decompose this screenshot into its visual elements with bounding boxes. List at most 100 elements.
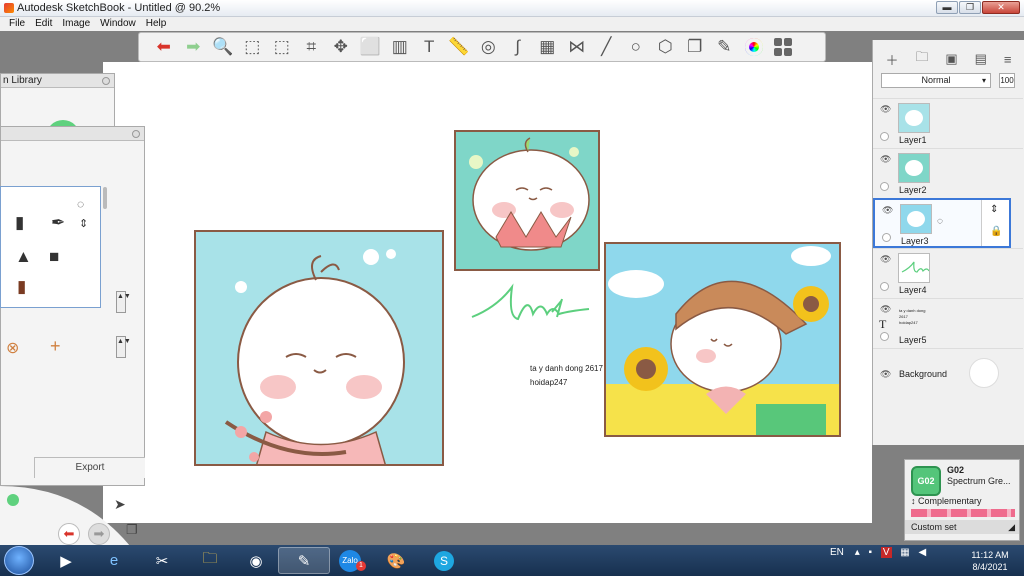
text-icon[interactable]: T <box>415 34 445 60</box>
layer-opacity[interactable]: 100 <box>999 73 1015 88</box>
layer-row-selected[interactable]: 👁 Layer3 ◌ ⇕ 🔒 <box>873 198 1011 248</box>
french-curve-icon[interactable]: ∫ <box>503 34 533 60</box>
marker-icon[interactable]: ▮ <box>15 213 24 233</box>
menu-edit[interactable]: Edit <box>30 17 57 31</box>
start-button[interactable] <box>4 546 34 575</box>
brush-panel-header <box>1 127 144 141</box>
tray-v-icon[interactable]: V <box>880 547 892 558</box>
skype-icon[interactable]: S <box>418 547 470 574</box>
layer-row[interactable]: 👁 Layer4 <box>873 248 1023 298</box>
blend-mode-select[interactable]: Normal ▾ <box>881 73 991 88</box>
eye-icon[interactable]: 👁 <box>880 369 891 380</box>
move-layer-icon[interactable]: ⇕ <box>990 204 998 215</box>
copic-library-icon[interactable] <box>769 34 799 60</box>
menu-image[interactable]: Image <box>57 17 95 31</box>
panel-close-icon[interactable] <box>102 77 110 85</box>
perspective-icon[interactable]: ▦ <box>533 34 563 60</box>
internet-explorer-icon[interactable]: e <box>88 547 140 574</box>
complementary-swatches[interactable] <box>911 509 1015 517</box>
brush-scrollbar[interactable] <box>103 187 107 209</box>
rotate-icon[interactable]: ⊗ <box>6 338 19 358</box>
fill-icon[interactable]: ▥ <box>385 34 415 60</box>
paint-icon[interactable]: 🎨 <box>370 547 422 574</box>
zoom-icon[interactable]: 🔍 <box>208 34 238 60</box>
lagoon-cursor-icon[interactable]: ➤ <box>114 496 126 513</box>
file-explorer-icon[interactable]: 🗀 <box>184 547 236 574</box>
select-icon[interactable]: ⬚ <box>238 34 268 60</box>
add-group-icon[interactable]: 🗀 <box>915 48 928 70</box>
complementary-label[interactable]: ↕ Complementary <box>911 496 982 506</box>
block-brush-icon[interactable]: ■ <box>49 247 59 267</box>
restore-button[interactable]: ❐ <box>959 1 981 14</box>
volume-icon[interactable]: ◀ <box>919 547 927 558</box>
lasso-icon[interactable]: ◌ <box>77 197 84 211</box>
copy-paste-icon[interactable]: ❐ <box>680 34 710 60</box>
redo-icon[interactable]: ➡ <box>179 34 209 60</box>
circle-icon[interactable]: ○ <box>621 34 651 60</box>
symmetry-icon[interactable]: ⋈ <box>562 34 592 60</box>
minimize-button[interactable]: ▬ <box>936 1 958 14</box>
lagoon-undo-icon[interactable]: ⬅ <box>58 523 80 545</box>
layer-row[interactable]: 👁 T ta y danh dong 2617 hoidap247 Layer5 <box>873 298 1023 348</box>
transform-layer-icon[interactable]: ◌ <box>937 216 943 227</box>
eye-icon[interactable]: 👁 <box>882 205 893 216</box>
tray-expand-icon[interactable]: ▴ <box>855 547 860 558</box>
drawing-canvas[interactable]: ta y danh dong 2617 hoidap247 <box>103 62 872 523</box>
add-layer-icon[interactable]: ＋ <box>885 50 898 69</box>
layer-row[interactable]: 👁 Layer1 <box>873 98 1023 148</box>
shape-icon[interactable]: ⬡ <box>651 34 681 60</box>
eye-icon[interactable]: 👁 <box>880 104 891 115</box>
add-image-icon[interactable]: ▣ <box>945 51 957 67</box>
sketchbook-taskbar-icon[interactable]: ✎ <box>278 547 330 574</box>
brush-library-icon[interactable]: ✎ <box>710 34 740 60</box>
export-button[interactable]: Export <box>34 457 145 478</box>
tray-app-icon[interactable]: ▪ <box>869 547 873 558</box>
lock-icon[interactable]: 🔒 <box>990 226 1002 237</box>
zalo-icon[interactable]: Zalo 1 <box>324 547 376 574</box>
language-indicator[interactable]: EN <box>830 547 844 558</box>
menu-file[interactable]: File <box>4 17 30 31</box>
layer-lock-toggle[interactable] <box>880 332 889 341</box>
layer-row[interactable]: 👁 Layer2 <box>873 148 1023 198</box>
layer-lock-toggle[interactable] <box>880 132 889 141</box>
crosshair-icon[interactable]: + <box>50 336 61 357</box>
menu-window[interactable]: Window <box>95 17 141 31</box>
ruler-icon[interactable]: 📏 <box>444 34 474 60</box>
menu-help[interactable]: Help <box>141 17 172 31</box>
undo-icon[interactable]: ⬅ <box>149 34 179 60</box>
pen-icon[interactable]: ✒ <box>51 213 65 233</box>
crop-icon[interactable]: ⌗ <box>297 34 327 60</box>
eye-icon[interactable]: 👁 <box>880 254 891 265</box>
eye-icon[interactable]: 👁 <box>880 304 891 315</box>
spray-icon[interactable]: ▲ <box>15 247 32 267</box>
media-player-icon[interactable]: ▶ <box>40 547 92 574</box>
snipping-tool-icon[interactable]: ✂ <box>136 547 188 574</box>
transform-icon[interactable]: ✥ <box>326 34 356 60</box>
background-color-swatch[interactable] <box>969 358 999 388</box>
current-color-swatch[interactable]: G02 <box>911 466 941 496</box>
select-crop-icon[interactable]: ⬚ <box>267 34 297 60</box>
ellipse-guide-icon[interactable]: ◎ <box>474 34 504 60</box>
custom-set-dropdown[interactable]: Custom set ◢ <box>905 520 1019 534</box>
eye-icon[interactable]: 👁 <box>880 154 891 165</box>
line-icon[interactable]: ╱ <box>592 34 622 60</box>
panel-close-icon[interactable] <box>132 130 140 138</box>
layer-row-background[interactable]: 👁 Background <box>873 348 1023 398</box>
chrome-icon[interactable]: ◉ <box>230 547 282 574</box>
lagoon-copy-icon[interactable]: ❐ <box>126 522 138 538</box>
close-button[interactable]: ✕ <box>982 1 1020 14</box>
clock[interactable]: 11:12 AM 8/4/2021 <box>960 549 1020 573</box>
opacity-stepper[interactable]: ▲▼ <box>116 336 131 358</box>
layer-action-icon[interactable]: ▤ <box>975 51 987 67</box>
scroll-icon[interactable]: ⇕ <box>79 217 88 230</box>
layer-lock-toggle[interactable] <box>880 182 889 191</box>
layer-lock-toggle[interactable] <box>882 233 891 242</box>
size-stepper[interactable]: ▲▼ <box>116 291 131 313</box>
network-icon[interactable]: ▦ <box>900 547 909 558</box>
layer-menu-icon[interactable]: ≡ <box>1004 52 1012 67</box>
layer-lock-toggle[interactable] <box>880 282 889 291</box>
stamp-brush-icon[interactable]: ▮ <box>17 277 26 297</box>
color-wheel-icon[interactable] <box>739 34 769 60</box>
lagoon-redo-icon[interactable]: ➡ <box>88 523 110 545</box>
distort-icon[interactable]: ⬜ <box>356 34 386 60</box>
